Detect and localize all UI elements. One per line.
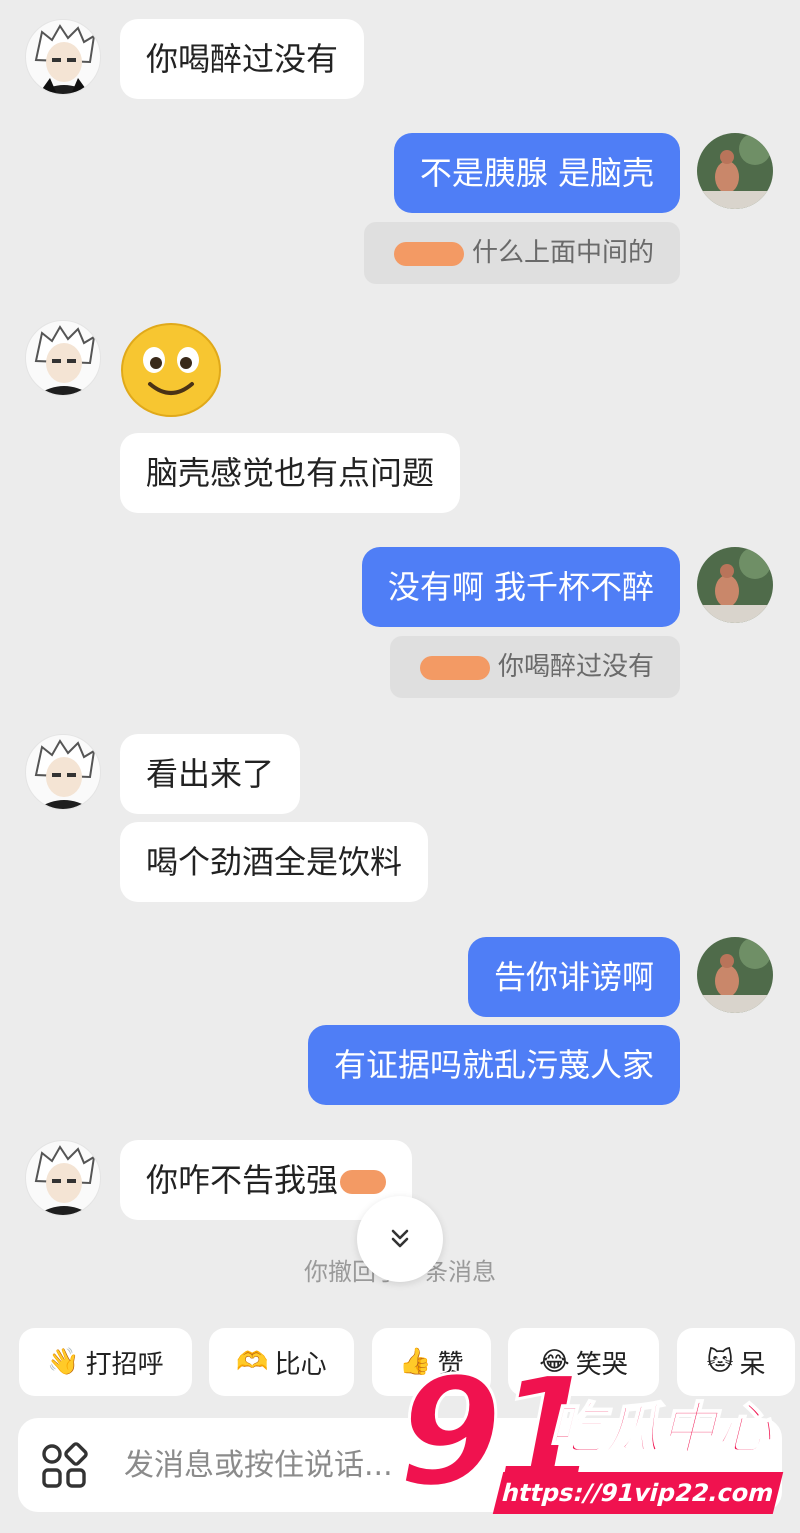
my-avatar[interactable]: [697, 133, 773, 209]
redaction-mark: [340, 1170, 387, 1194]
apps-grid-icon[interactable]: [40, 1442, 88, 1490]
anime-avatar-icon: [34, 325, 96, 395]
incoming-message[interactable]: 看出来了: [120, 734, 301, 814]
my-avatar[interactable]: [697, 937, 773, 1013]
quoted-text: 你喝醉过没有: [497, 652, 654, 682]
outgoing-message[interactable]: 没有啊 我千杯不醉: [361, 547, 680, 627]
incoming-message[interactable]: 脑壳感觉也有点问题: [120, 433, 461, 513]
quoted-text: 什么上面中间的: [471, 238, 654, 268]
smiling-face-sticker-icon[interactable]: [120, 322, 222, 418]
redaction-mark: [419, 655, 490, 680]
photo-avatar-icon: [697, 547, 773, 623]
incoming-message[interactable]: 你喝醉过没有: [120, 19, 365, 99]
redaction-mark: [393, 241, 464, 266]
anime-avatar-icon: [34, 739, 96, 809]
outgoing-message[interactable]: 告你诽谤啊: [467, 937, 680, 1017]
waving-hand-icon: 👋: [47, 1347, 80, 1377]
watermark-url: https://91vip22.com: [492, 1472, 784, 1514]
double-chevron-down-icon: [391, 1229, 409, 1248]
anime-avatar-icon: [34, 24, 96, 94]
my-avatar[interactable]: [697, 547, 773, 623]
scroll-to-bottom-button[interactable]: [357, 1196, 443, 1282]
watermark-text: 吃瓜中心: [547, 1397, 773, 1463]
quoted-reply[interactable]: 你喝醉过没有: [389, 636, 680, 698]
incoming-message[interactable]: 喝个劲酒全是饮料: [120, 822, 429, 902]
quick-reply-wave[interactable]: 👋 打招呼: [19, 1328, 192, 1396]
contact-avatar[interactable]: [25, 734, 101, 810]
quick-reply-heart[interactable]: 🫶 比心: [209, 1328, 354, 1396]
outgoing-message[interactable]: 有证据吗就乱污蔑人家: [307, 1025, 680, 1105]
contact-avatar[interactable]: [25, 19, 101, 95]
outgoing-message[interactable]: 不是胰腺 是脑壳: [393, 133, 680, 213]
site-watermark: 91 吃瓜中心 https://91vip22.com: [397, 1357, 790, 1528]
contact-avatar[interactable]: [25, 320, 101, 396]
quoted-reply[interactable]: 什么上面中间的: [363, 222, 680, 284]
anime-avatar-icon: [34, 1145, 96, 1215]
message-text: 你咋不告我强: [146, 1161, 339, 1199]
photo-avatar-icon: [697, 133, 773, 209]
photo-avatar-icon: [697, 937, 773, 1013]
heart-hands-icon: 🫶: [236, 1347, 269, 1377]
contact-avatar[interactable]: [25, 1140, 101, 1216]
